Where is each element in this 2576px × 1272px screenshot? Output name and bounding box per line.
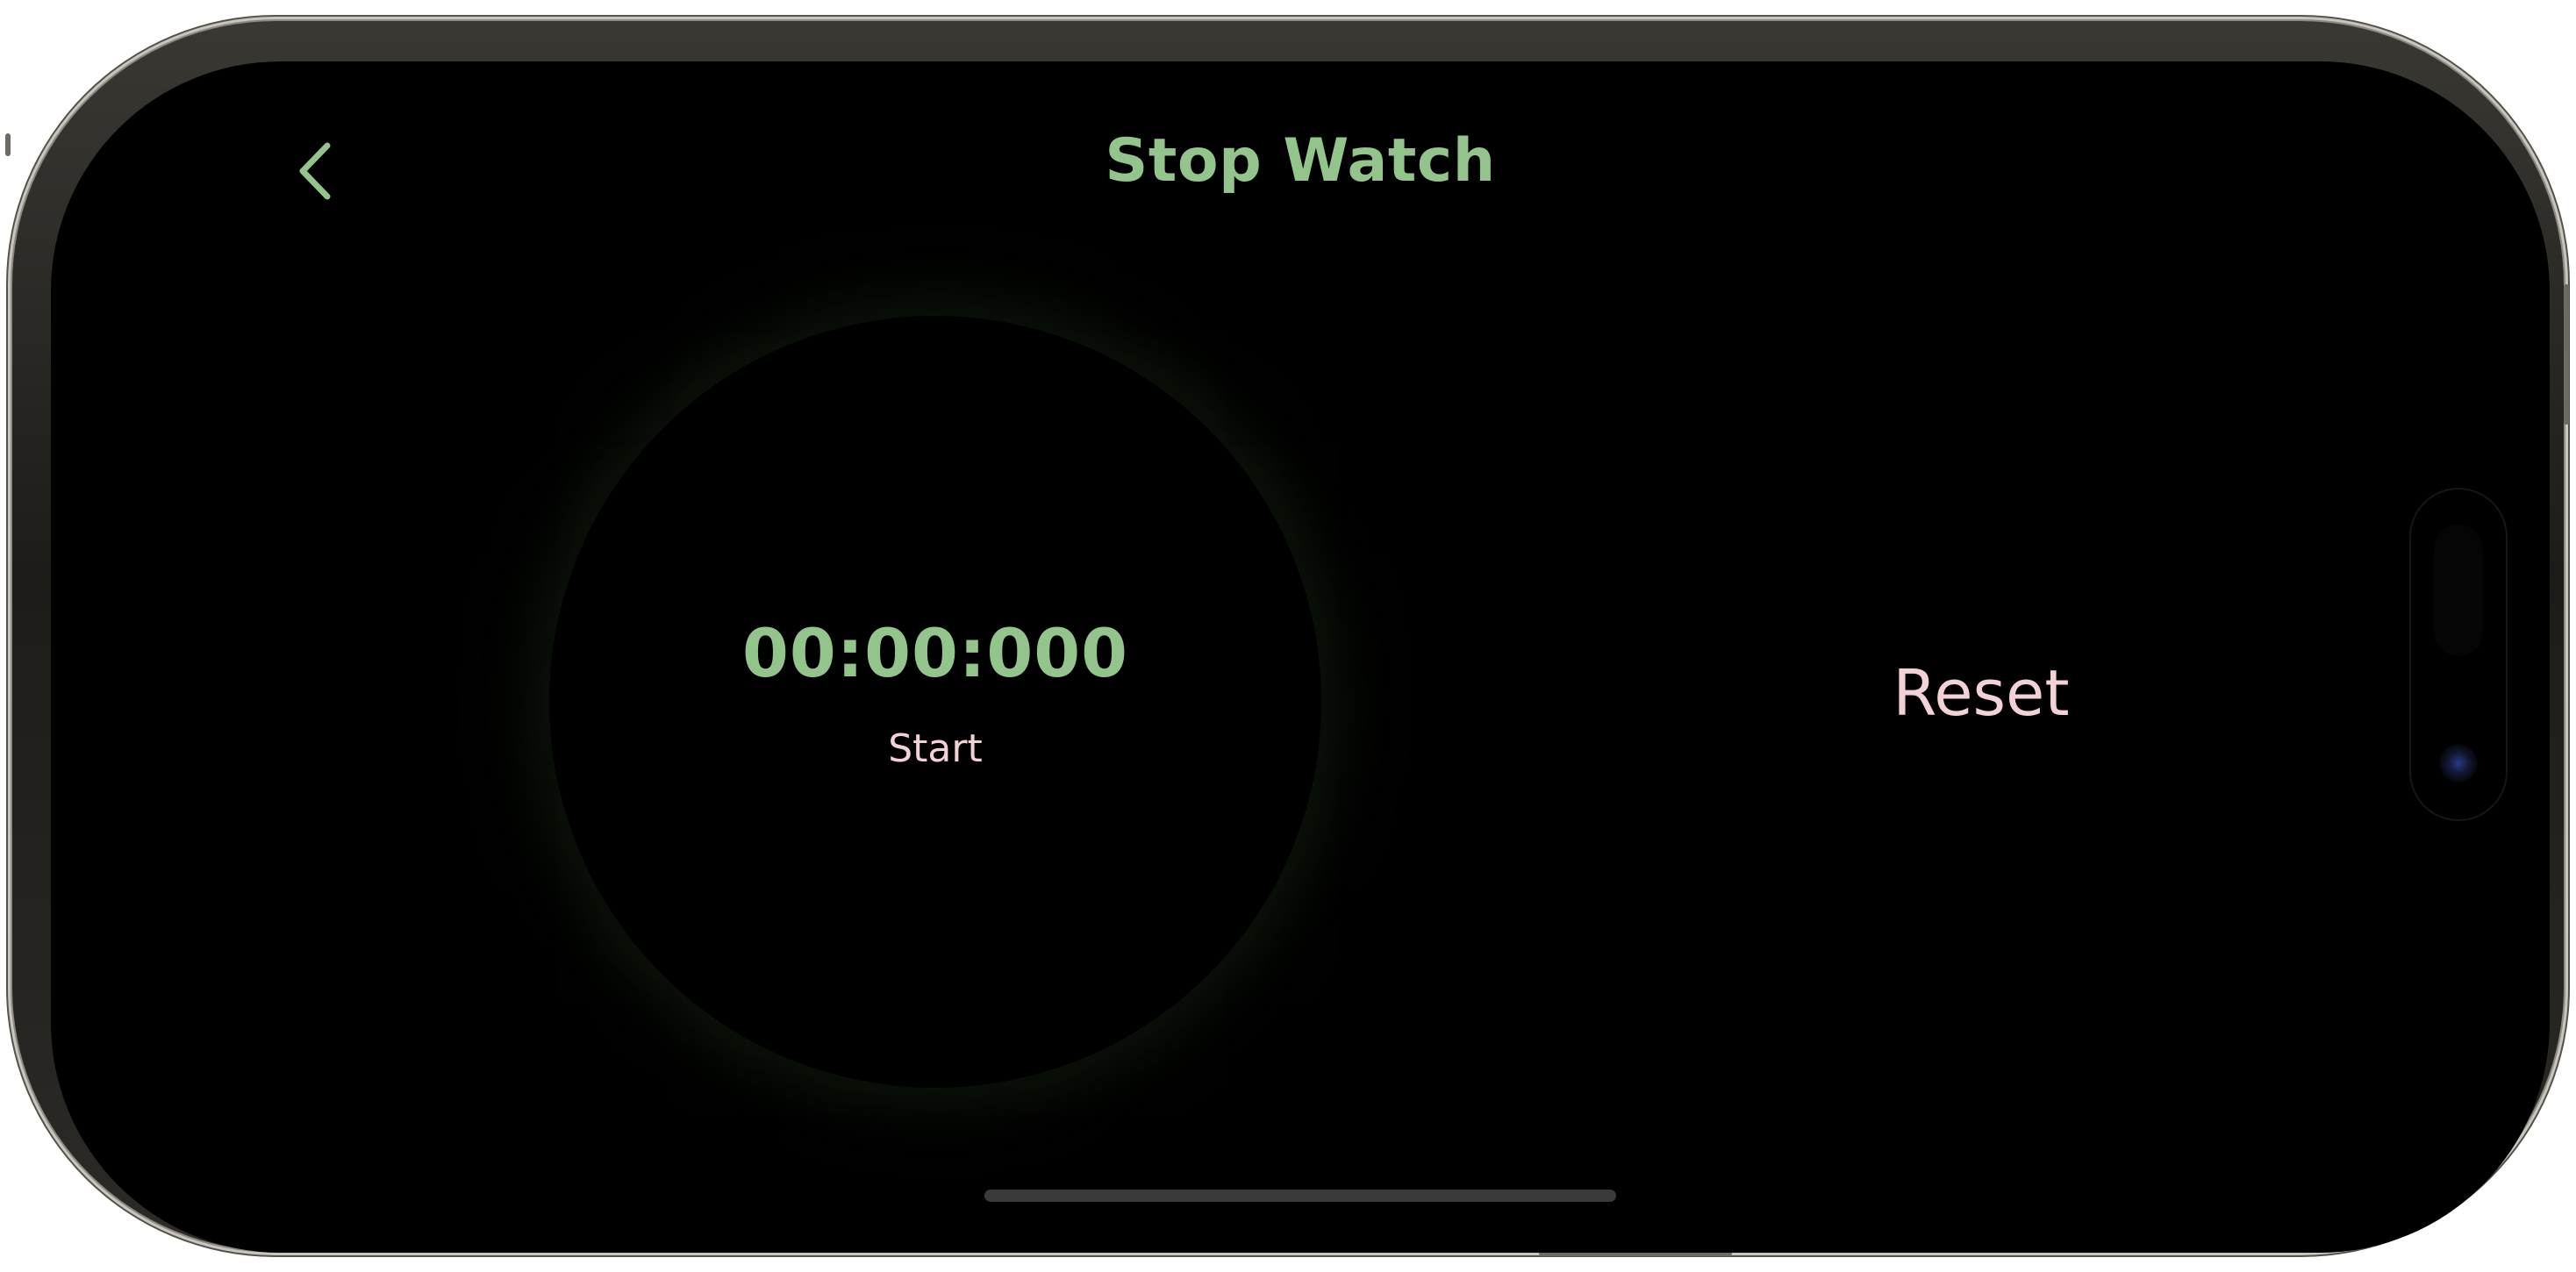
page-title: Stop Watch — [1105, 126, 1496, 196]
camera-lens-icon — [2439, 744, 2478, 782]
reset-button[interactable]: Reset — [1876, 656, 2086, 730]
stopwatch-dial[interactable]: 00:00:000 Start — [549, 316, 1321, 1088]
home-indicator[interactable] — [984, 1190, 1616, 1202]
screen: Stop Watch 00:00:000 Start Reset — [51, 61, 2550, 1253]
dynamic-island — [2411, 490, 2506, 819]
side-button-top — [5, 133, 11, 156]
phone-frame: Stop Watch 00:00:000 Start Reset — [5, 21, 2569, 1256]
sensor-icon — [2434, 525, 2483, 656]
side-button-right — [2564, 284, 2569, 425]
elapsed-time-display: 00:00:000 — [742, 614, 1128, 692]
stopwatch-app: Stop Watch 00:00:000 Start Reset — [51, 61, 2550, 1253]
start-label[interactable]: Start — [549, 726, 1321, 771]
